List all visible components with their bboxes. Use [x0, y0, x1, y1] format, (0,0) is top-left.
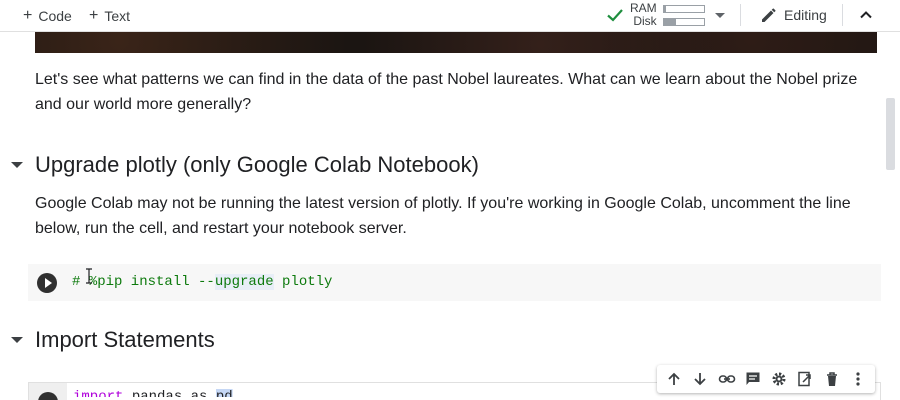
chevron-up-icon	[860, 11, 872, 19]
intro-text: Let's see what patterns we can find in t…	[35, 71, 858, 113]
section-header-upgrade: Upgrade plotly (only Google Colab Notebo…	[0, 152, 479, 178]
resources-indicator[interactable]: RAM Disk	[606, 1, 705, 29]
arrow-up-icon	[668, 372, 680, 385]
divider	[842, 4, 843, 26]
resources-dropdown-icon[interactable]	[715, 13, 725, 18]
play-icon	[44, 278, 52, 288]
pencil-icon	[762, 8, 776, 22]
section-header-imports: Import Statements	[0, 327, 215, 353]
run-cell-button[interactable]	[37, 273, 57, 293]
more-actions-button[interactable]	[848, 369, 868, 389]
delete-cell-button[interactable]	[822, 369, 842, 389]
scrollbar-thumb[interactable]	[886, 98, 895, 170]
text-cursor-icon	[86, 268, 92, 284]
code-line[interactable]: import pandas as pd	[73, 389, 233, 400]
code-highlight: upgrade	[214, 274, 274, 290]
add-code-button[interactable]: + Code	[23, 6, 72, 26]
ram-bar	[662, 4, 705, 13]
code-text: pandas as	[123, 389, 216, 400]
code-line[interactable]: # %pip install --upgrade plotly	[72, 274, 332, 290]
gear-icon	[772, 372, 786, 386]
add-text-button[interactable]: + Text	[89, 6, 130, 26]
move-down-button[interactable]	[690, 369, 710, 389]
add-text-label: Text	[104, 8, 131, 24]
code-selection: pd	[215, 389, 233, 397]
cell-toolbar	[657, 365, 875, 393]
code-cell[interactable]: # %pip install --upgrade plotly	[28, 264, 881, 301]
section-heading: Import Statements	[35, 327, 215, 352]
link-button[interactable]	[717, 369, 737, 389]
header-image	[35, 32, 877, 53]
code-text: # %pip install --	[72, 274, 215, 290]
editing-label: Editing	[784, 7, 827, 23]
move-up-button[interactable]	[664, 369, 684, 389]
divider	[740, 4, 741, 26]
trash-icon	[826, 372, 837, 386]
add-code-label: Code	[38, 8, 72, 24]
plus-icon: +	[89, 7, 99, 24]
plus-icon: +	[23, 7, 33, 24]
arrow-down-icon	[694, 373, 707, 386]
notebook-toolbar: + Code + Text RAM Disk Editing	[0, 0, 900, 32]
settings-button[interactable]	[769, 369, 789, 389]
link-icon	[718, 375, 735, 383]
comment-icon	[746, 372, 760, 385]
disk-label: Disk	[633, 14, 657, 28]
more-vert-icon	[856, 372, 860, 386]
collapse-section-icon[interactable]	[11, 162, 23, 168]
upgrade-description: Google Colab may not be running the late…	[35, 195, 851, 237]
mirror-cell-button[interactable]	[795, 369, 815, 389]
editing-mode-button[interactable]: Editing	[760, 6, 827, 24]
mirror-cell-icon	[798, 371, 812, 387]
collapse-header-button[interactable]	[857, 6, 875, 29]
disk-bar	[662, 17, 705, 26]
code-text: plotly	[273, 274, 333, 290]
collapse-section-icon[interactable]	[11, 337, 23, 343]
comment-button[interactable]	[743, 369, 763, 389]
check-icon	[607, 9, 623, 22]
section-heading: Upgrade plotly (only Google Colab Notebo…	[35, 152, 479, 177]
code-keyword: import	[73, 389, 124, 400]
